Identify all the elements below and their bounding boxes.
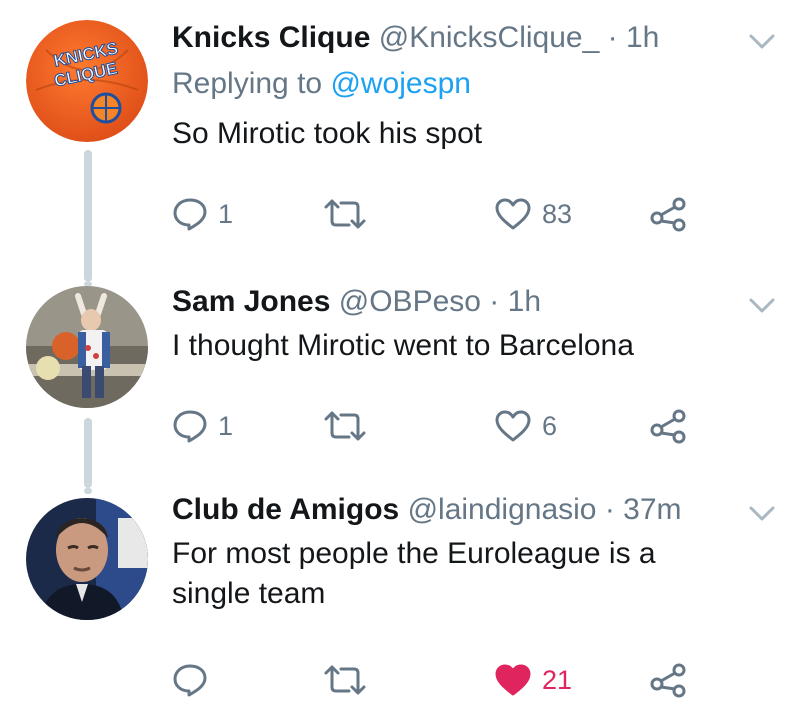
action-bar: 1 6: [172, 404, 712, 448]
action-bar: 21: [172, 658, 712, 702]
reply-count: 1: [218, 410, 234, 441]
reply-button[interactable]: 1: [172, 404, 233, 448]
retweet-button[interactable]: [322, 658, 378, 702]
retweet-icon: [324, 411, 366, 441]
replying-to-handle[interactable]: @wojespn: [330, 67, 471, 100]
heart-icon: [495, 410, 531, 442]
reply-icon: [173, 198, 207, 231]
share-icon: [650, 409, 686, 444]
reply-button[interactable]: [172, 658, 218, 702]
like-count: 6: [542, 410, 558, 441]
avatar-club-de-amigos[interactable]: [26, 498, 148, 620]
user-handle[interactable]: @laindignasio: [408, 493, 597, 526]
knicks-clique-logo: KNICKS CLIQUE: [26, 20, 148, 142]
thread-line: [84, 150, 92, 282]
tweet-header: Knicks Clique @KnicksClique_ · 1h: [172, 20, 659, 56]
like-button[interactable]: 21: [494, 658, 572, 702]
retweet-button[interactable]: [322, 192, 378, 236]
replying-to: Replying to @wojespn: [172, 66, 471, 102]
display-name[interactable]: Knicks Clique: [172, 21, 370, 54]
reply-count: 1: [218, 198, 234, 229]
replying-to-label: Replying to: [172, 67, 323, 100]
tweet-text: So Mirotic took his spot: [172, 117, 483, 150]
avatar-sam-jones[interactable]: [26, 286, 148, 408]
like-count: 21: [542, 664, 573, 695]
thread-line: [84, 418, 92, 488]
tweet-1[interactable]: KNICKS CLIQUE Knicks Clique @KnicksCliqu…: [0, 0, 800, 282]
tweet-text: I thought Mirotic went to Barcelona: [172, 329, 634, 362]
timestamp[interactable]: 37m: [623, 493, 681, 526]
action-bar: 1 83: [172, 192, 712, 236]
user-handle[interactable]: @OBPeso: [339, 285, 481, 318]
share-button[interactable]: [648, 404, 688, 448]
share-icon: [650, 197, 686, 232]
separator-dot: ·: [607, 21, 618, 54]
timestamp[interactable]: 1h: [508, 285, 541, 318]
tweet-header: Sam Jones @OBPeso · 1h: [172, 284, 541, 320]
like-button[interactable]: 83: [494, 192, 572, 236]
chevron-down-icon[interactable]: [748, 296, 776, 316]
share-button[interactable]: [648, 658, 688, 702]
user-handle[interactable]: @KnicksClique_: [379, 21, 600, 54]
avatar-photo: [26, 286, 148, 408]
tweet-text: For most people the Euroleague is a sing…: [172, 537, 656, 610]
like-button[interactable]: 6: [494, 404, 557, 448]
reply-icon: [173, 410, 207, 443]
display-name[interactable]: Sam Jones: [172, 285, 330, 318]
chevron-down-icon[interactable]: [748, 504, 776, 524]
avatar-knicks-clique[interactable]: KNICKS CLIQUE: [26, 20, 148, 142]
timestamp[interactable]: 1h: [626, 21, 659, 54]
thread-line: [84, 488, 92, 494]
avatar-photo: [26, 498, 148, 620]
reply-button[interactable]: 1: [172, 192, 233, 236]
like-count: 83: [542, 198, 573, 229]
separator-dot: ·: [489, 285, 500, 318]
reply-icon: [173, 664, 207, 697]
retweet-icon: [324, 199, 366, 229]
share-icon: [650, 663, 686, 698]
heart-filled-icon: [495, 664, 531, 696]
heart-icon: [495, 198, 531, 230]
chevron-down-icon[interactable]: [748, 32, 776, 52]
share-button[interactable]: [648, 192, 688, 236]
tweet-3[interactable]: Club de Amigos @laindignasio · 37m For m…: [0, 488, 800, 720]
tweet-header: Club de Amigos @laindignasio · 37m: [172, 492, 682, 528]
retweet-icon: [324, 665, 366, 695]
separator-dot: ·: [604, 493, 615, 526]
display-name[interactable]: Club de Amigos: [172, 493, 399, 526]
tweet-2[interactable]: Sam Jones @OBPeso · 1h I thought Mirotic…: [0, 282, 800, 488]
retweet-button[interactable]: [322, 404, 378, 448]
